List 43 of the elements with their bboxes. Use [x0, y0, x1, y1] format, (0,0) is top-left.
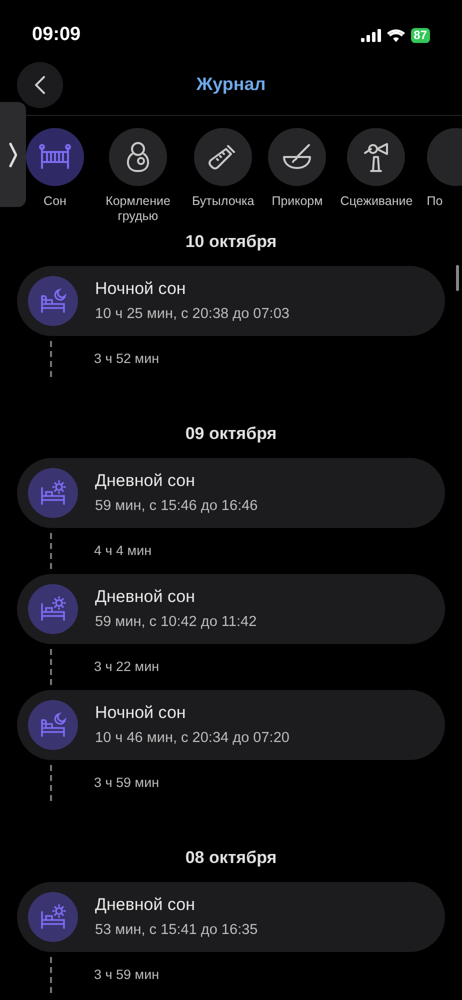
date-heading: 09 октября	[185, 423, 277, 446]
bed-moon-icon	[39, 288, 67, 314]
bed-sun-icon	[39, 904, 67, 930]
entry-details: 59 мин, с 15:46 до 16:46	[95, 496, 258, 516]
bed-moon-icon	[39, 712, 67, 738]
entry-title: Ночной сон	[95, 702, 187, 724]
back-button[interactable]	[17, 62, 63, 108]
entry-details: 53 мин, с 15:41 до 16:35	[95, 920, 258, 940]
category-tab[interactable]: Сцеживание	[340, 128, 413, 228]
entry-title: Дневной сон	[95, 894, 196, 916]
bed-sun-icon	[39, 480, 67, 506]
date-heading: 10 октября	[185, 231, 277, 254]
entry-details: 59 мин, с 10:42 до 11:42	[95, 612, 257, 632]
scrollbar	[456, 265, 459, 291]
sleep-entry-card[interactable]: Ночной сон 10 ч 46 мин, с 20:34 до 07:20	[17, 690, 445, 760]
sleep-entry-card[interactable]: Ночной сон 10 ч 25 мин, с 20:38 до 07:03	[17, 266, 445, 336]
bed-sun-icon	[39, 596, 67, 622]
bowl-icon	[281, 143, 314, 171]
entry-title: Ночной сон	[95, 278, 187, 300]
status-time: 09:09	[32, 22, 81, 47]
awake-interval: 3 ч 22 мин	[94, 658, 160, 676]
awake-interval: 3 ч 52 мин	[94, 350, 160, 368]
entry-details: 10 ч 25 мин, с 20:38 до 07:03	[95, 304, 290, 324]
awake-interval: 3 ч 59 мин	[94, 966, 160, 984]
sleep-entry-card[interactable]: Дневной сон 53 мин, с 15:41 до 16:35	[17, 882, 445, 952]
entry-title: Дневной сон	[95, 586, 196, 608]
side-drawer-handle[interactable]	[0, 102, 26, 207]
sleep-entry-card[interactable]: Дневной сон 59 мин, с 10:42 до 11:42	[17, 574, 445, 644]
page-title: Журнал	[196, 73, 266, 96]
entry-details: 10 ч 46 мин, с 20:34 до 07:20	[95, 728, 290, 748]
baby-icon	[124, 141, 152, 173]
crib-icon	[39, 144, 71, 170]
date-heading: 08 октября	[185, 847, 277, 870]
awake-interval: 4 ч 4 мин	[94, 542, 152, 560]
awake-interval: 3 ч 59 мин	[94, 774, 160, 792]
battery-indicator: 87	[410, 28, 430, 42]
entry-title: Дневной сон	[95, 470, 196, 492]
sleep-entry-card[interactable]: Дневной сон 59 мин, с 15:46 до 16:46	[17, 458, 445, 528]
back-icon	[35, 76, 45, 94]
wifi-icon	[386, 28, 405, 42]
category-tab[interactable]: Кормление грудью	[98, 128, 178, 228]
signal-icon	[360, 28, 381, 42]
chevron-right-icon	[9, 142, 17, 168]
